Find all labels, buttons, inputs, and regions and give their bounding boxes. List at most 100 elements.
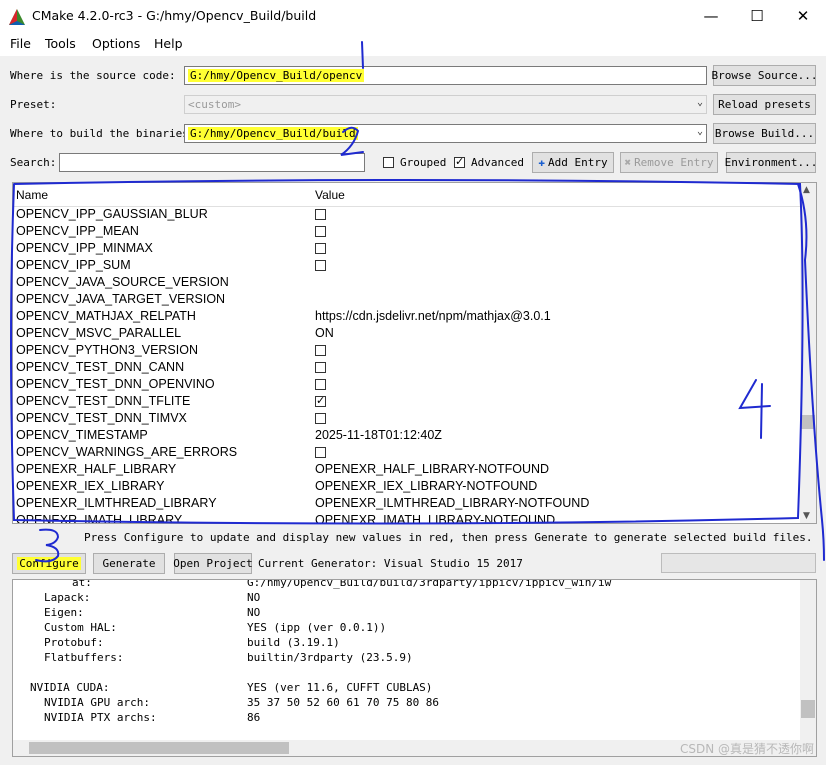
table-row[interactable]: OPENCV_TEST_DNN_OPENVINO — [13, 376, 801, 393]
menu-file[interactable]: File — [10, 36, 31, 51]
column-header-name[interactable]: Name — [16, 188, 48, 202]
output-hscroll-thumb[interactable] — [29, 742, 289, 754]
maximize-button[interactable]: ☐ — [734, 0, 780, 32]
watermark: CSDN @真是猜不透你啊 — [679, 742, 814, 756]
open-project-button[interactable]: Open Project — [173, 553, 253, 574]
output-key: Flatbuffers: — [44, 651, 124, 664]
table-row[interactable]: OPENEXR_HALF_LIBRARY OPENEXR_HALF_LIBRARY… — [13, 461, 801, 478]
cache-entry-value[interactable]: https://cdn.jsdelivr.net/npm/mathjax@3.0… — [315, 309, 551, 323]
table-row[interactable]: OPENCV_TEST_DNN_TFLITE — [13, 393, 801, 410]
browse-build-button[interactable]: Browse Build... — [713, 123, 816, 144]
maximize-icon: ☐ — [750, 7, 764, 25]
cache-entry-name: OPENCV_TEST_DNN_CANN — [16, 360, 185, 374]
source-path-input[interactable]: G:/hmy/Opencv_Build/opencv — [184, 66, 707, 85]
table-row[interactable]: OPENCV_IPP_SUM — [13, 257, 801, 274]
table-row[interactable]: OPENCV_PYTHON3_VERSION — [13, 342, 801, 359]
table-row[interactable]: OPENCV_IPP_GAUSSIAN_BLUR — [13, 206, 801, 223]
title-bar: CMake 4.2.0-rc3 - G:/hmy/Opencv_Build/bu… — [0, 0, 826, 32]
cache-entry-name: OPENCV_TEST_DNN_TIMVX — [16, 411, 187, 425]
table-row[interactable]: OPENCV_IPP_MEAN — [13, 223, 801, 240]
menu-options[interactable]: Options — [92, 36, 140, 51]
cache-entry-checkbox[interactable] — [315, 345, 326, 356]
output-value: 86 — [247, 711, 261, 724]
table-row[interactable]: OPENEXR_IEX_LIBRARY OPENEXR_IEX_LIBRARY-N… — [13, 478, 801, 495]
table-row[interactable]: OPENCV_WARNINGS_ARE_ERRORS — [13, 444, 801, 461]
table-body: OPENCV_IPP_GAUSSIAN_BLUR OPENCV_IPP_MEAN O… — [13, 206, 801, 523]
output-key: Eigen: — [44, 606, 84, 619]
minimize-icon: — — [703, 7, 719, 25]
table-row[interactable]: OPENEXR_IMATH_LIBRARY OPENEXR_IMATH_LIBRA… — [13, 512, 801, 523]
cache-entry-value[interactable]: OPENEXR_IEX_LIBRARY-NOTFOUND — [315, 479, 537, 493]
binaries-path-select[interactable]: G:/hmy/Opencv_Build/build ⌄ — [184, 124, 707, 143]
current-generator: Current Generator: Visual Studio 15 2017 — [258, 557, 523, 570]
cache-entry-checkbox[interactable] — [315, 260, 326, 271]
search-label: Search: — [10, 156, 57, 169]
cache-entry-name: OPENEXR_HALF_LIBRARY — [16, 462, 177, 476]
column-header-value[interactable]: Value — [315, 188, 345, 202]
scroll-down-icon[interactable]: ▼ — [803, 511, 810, 521]
cache-entry-name: OPENCV_PYTHON3_VERSION — [16, 343, 198, 357]
scroll-up-icon[interactable]: ▲ — [803, 185, 810, 195]
generate-button[interactable]: Generate — [93, 553, 165, 574]
table-row[interactable]: OPENCV_TIMESTAMP 2025-11-18T01:12:40Z — [13, 427, 801, 444]
table-row[interactable]: OPENCV_IPP_MINMAX — [13, 240, 801, 257]
window-title: CMake 4.2.0-rc3 - G:/hmy/Opencv_Build/bu… — [32, 8, 317, 23]
close-button[interactable]: ✕ — [780, 0, 826, 32]
table-row[interactable]: OPENCV_JAVA_SOURCE_VERSION — [13, 274, 801, 291]
scrollbar-thumb[interactable] — [801, 415, 815, 429]
remove-icon: ✖ — [624, 156, 632, 169]
close-icon: ✕ — [796, 7, 810, 25]
menu-help[interactable]: Help — [154, 36, 183, 51]
binaries-path-value: G:/hmy/Opencv_Build/build — [188, 127, 358, 140]
output-scrollbar-thumb[interactable] — [801, 700, 815, 718]
add-entry-button[interactable]: ✚ Add Entry — [532, 152, 614, 173]
cache-entry-value[interactable]: OPENEXR_HALF_LIBRARY-NOTFOUND — [315, 462, 549, 476]
cache-entry-checkbox[interactable] — [315, 413, 326, 424]
cache-entry-value[interactable]: 2025-11-18T01:12:40Z — [315, 428, 442, 442]
table-row[interactable]: OPENCV_TEST_DNN_CANN — [13, 359, 801, 376]
output-key: at: — [72, 579, 92, 589]
output-value: NO — [247, 591, 261, 604]
reload-presets-button[interactable]: Reload presets — [713, 94, 816, 115]
table-row[interactable]: OPENCV_MATHJAX_RELPATH https://cdn.jsdeli… — [13, 308, 801, 325]
preset-select[interactable]: <custom> ⌄ — [184, 95, 707, 114]
cmake-logo-icon — [9, 9, 25, 25]
cache-entry-checkbox[interactable] — [315, 379, 326, 390]
cache-entry-name: OPENCV_JAVA_TARGET_VERSION — [16, 292, 226, 306]
cache-entry-checkbox[interactable] — [315, 226, 326, 237]
remove-entry-button[interactable]: ✖ Remove Entry — [620, 152, 718, 173]
output-value: build (3.19.1) — [247, 636, 340, 649]
table-row[interactable]: OPENCV_TEST_DNN_TIMVX — [13, 410, 801, 427]
table-row[interactable]: OPENEXR_ILMTHREAD_LIBRARY OPENEXR_ILMTHRE… — [13, 495, 801, 512]
cache-entry-name: OPENCV_WARNINGS_ARE_ERRORS — [16, 445, 238, 459]
cache-entry-name: OPENCV_JAVA_SOURCE_VERSION — [16, 275, 229, 289]
output-scrollbar[interactable] — [800, 580, 816, 740]
preset-label: Preset: — [10, 98, 57, 111]
cache-entry-value[interactable]: OPENEXR_IMATH_LIBRARY-NOTFOUND — [315, 513, 555, 523]
cache-entry-value[interactable]: OPENEXR_ILMTHREAD_LIBRARY-NOTFOUND — [315, 496, 589, 510]
environment-button[interactable]: Environment... — [725, 152, 817, 173]
table-row[interactable]: OPENCV_MSVC_PARALLEL ON — [13, 325, 801, 342]
cache-entry-checkbox[interactable] — [315, 209, 326, 220]
grouped-label: Grouped — [400, 156, 447, 169]
table-scrollbar[interactable]: ▲ ▼ — [800, 183, 816, 523]
menu-tools[interactable]: Tools — [45, 36, 76, 51]
cache-entry-checkbox[interactable] — [315, 243, 326, 254]
minimize-button[interactable]: — — [688, 0, 734, 32]
cache-entry-checkbox[interactable] — [315, 394, 326, 407]
browse-source-button[interactable]: Browse Source... — [712, 65, 817, 86]
search-input[interactable] — [59, 153, 365, 172]
grouped-checkbox[interactable] — [383, 157, 394, 168]
cache-entry-checkbox[interactable] — [315, 447, 326, 458]
advanced-checkbox[interactable] — [454, 155, 465, 168]
table-header: Name Value — [13, 183, 803, 207]
cache-entry-value[interactable]: ON — [315, 326, 334, 340]
chevron-down-icon: ⌄ — [696, 97, 703, 108]
configure-label: Configure — [17, 557, 81, 570]
cache-entry-name: OPENCV_TEST_DNN_TFLITE — [16, 394, 191, 408]
output-key: Protobuf: — [44, 636, 104, 649]
source-path-value: G:/hmy/Opencv_Build/opencv — [188, 69, 365, 82]
cache-entry-checkbox[interactable] — [315, 362, 326, 373]
configure-button[interactable]: Configure — [12, 553, 86, 574]
table-row[interactable]: OPENCV_JAVA_TARGET_VERSION — [13, 291, 801, 308]
